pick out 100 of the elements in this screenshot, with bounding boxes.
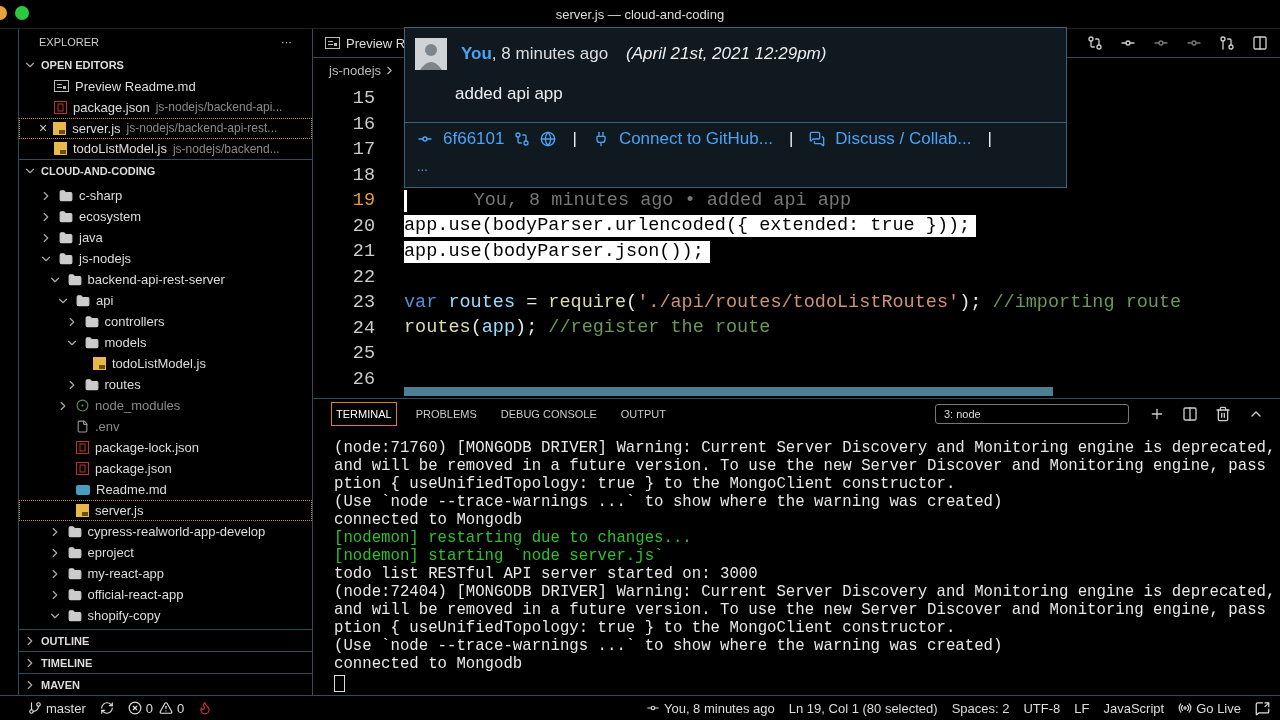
tree-item[interactable]: official-react-app (19, 584, 312, 606)
add-icon[interactable] (1149, 406, 1165, 422)
error-count[interactable]: 0 (145, 700, 153, 716)
terminal-line: (Use `node --trace-warnings ...` to show where the warning was created) (334, 493, 1004, 511)
tree-item[interactable]: my-react-app (19, 563, 312, 585)
cursor-position[interactable]: Ln 19, Col 1 (80 selected) (788, 700, 938, 716)
terminal-line: and will be removed in a future version. To use the new Server Discover and Monitoring engine, pass (334, 457, 1267, 475)
folder-icon (67, 566, 82, 581)
split-editor-icon[interactable] (1252, 35, 1268, 51)
panel-tab[interactable]: TERMINAL (331, 402, 397, 426)
close-button[interactable]: × (39, 120, 48, 137)
line-number: 20 (351, 215, 375, 237)
branch-status[interactable]: master (46, 700, 86, 716)
line-number: 23 (351, 292, 375, 314)
separator: | (788, 129, 794, 149)
folder-icon (67, 587, 82, 602)
warning-icon[interactable] (158, 701, 173, 715)
section-header[interactable]: TIMELINE (19, 651, 312, 674)
line-number: 19 (351, 190, 375, 212)
text-cursor (404, 189, 407, 212)
connect-link[interactable]: Connect to GitHub... (618, 129, 773, 149)
error-icon[interactable] (127, 701, 142, 715)
terminal-line: ption { useUnifiedTopology: true } to the MongoClient constructor. (334, 475, 957, 493)
editor-tab[interactable]: Preview R (325, 35, 406, 51)
tree-item[interactable]: node_modules (19, 395, 312, 417)
breadcrumb[interactable]: js-nodejs (329, 62, 382, 78)
indentation-status[interactable]: Spaces: 2 (951, 700, 1010, 716)
globe-icon[interactable] (540, 131, 557, 147)
tree-item[interactable]: cypress-realworld-app-develop (19, 521, 312, 543)
js-file-icon (54, 142, 67, 156)
open-editor-item[interactable]: todoListModel.js js-nodejs/backend... (19, 138, 312, 160)
panel-tab[interactable]: PROBLEMS (410, 402, 482, 426)
compare-icon[interactable] (514, 131, 531, 147)
encoding-status[interactable]: UTF-8 (1023, 700, 1061, 716)
folder-icon (67, 545, 82, 560)
scrollbar[interactable] (404, 387, 1053, 396)
terminal-line: [nodemon] restarting due to changes... (334, 529, 693, 547)
terminal-select[interactable]: 3: node (935, 404, 1129, 424)
line-number: 25 (351, 343, 375, 365)
tree-item[interactable]: models (19, 332, 312, 354)
tree-item[interactable]: c-sharp (19, 185, 312, 207)
folder-icon (67, 272, 82, 287)
tree-item[interactable]: api (19, 290, 312, 312)
maximize-button[interactable] (15, 6, 29, 20)
open-editor-item[interactable]: package.json js-nodejs/backend-api... (19, 96, 312, 118)
more-actions-button[interactable]: ··· (281, 35, 292, 48)
line-number: 24 (351, 317, 375, 339)
section-header[interactable]: OUTLINE (19, 629, 312, 652)
folder-icon (59, 188, 73, 203)
section-header[interactable]: OPEN EDITORS (19, 54, 312, 76)
tree-item[interactable]: java (19, 227, 312, 249)
tree-item[interactable]: todoListModel.js (19, 353, 312, 375)
branch-icon[interactable] (28, 701, 42, 715)
section-header[interactable]: MAVEN (19, 673, 312, 695)
tree-item[interactable]: .env (19, 416, 312, 438)
broadcast-icon[interactable] (1178, 701, 1193, 715)
panel-tab[interactable]: DEBUG CONSOLE (495, 402, 602, 426)
tree-item[interactable]: Readme.md (19, 479, 312, 501)
window-title: server.js — cloud-and-coding (555, 6, 725, 22)
tree-item[interactable]: eproject (19, 542, 312, 564)
warning-count[interactable]: 0 (176, 700, 185, 716)
tree-item[interactable]: js-nodejs (19, 248, 312, 270)
language-status[interactable]: JavaScript (1103, 700, 1165, 716)
terminal-line: [nodemon] starting `node server.js` (334, 547, 665, 565)
tree-item[interactable]: controllers (19, 311, 312, 333)
tree-item[interactable]: server.js (19, 500, 312, 522)
json-file-icon (54, 100, 67, 114)
git-icon[interactable] (1219, 35, 1235, 51)
tree-item[interactable]: package-lock.json (19, 437, 312, 459)
blame-status[interactable]: You, 8 minutes ago (663, 700, 775, 716)
more-link[interactable]: ... (417, 159, 428, 174)
sync-icon[interactable] (99, 701, 114, 715)
tree-item[interactable]: backend-api-rest-server (19, 269, 312, 291)
markdown-file-icon (76, 484, 90, 495)
open-editor-item[interactable]: Preview Readme.md (19, 75, 312, 97)
preview-icon (54, 80, 69, 93)
split-terminal-icon[interactable] (1182, 406, 1198, 422)
go-live-button[interactable]: Go Live (1196, 700, 1241, 716)
panel-tab[interactable]: OUTPUT (615, 402, 671, 426)
trash-icon[interactable] (1215, 406, 1231, 422)
commit-sha-link[interactable]: 6f66101 (443, 129, 505, 149)
tree-item[interactable]: shopify-copy (19, 605, 312, 627)
tree-item[interactable]: package.json (19, 458, 312, 480)
compare-icon[interactable] (1087, 35, 1103, 51)
flame-icon (198, 701, 213, 715)
tree-item[interactable]: routes (19, 374, 312, 396)
section-header[interactable]: CLOUD-AND-CODING (19, 159, 312, 182)
open-editor-item[interactable]: × server.js js-nodejs/backend-api-rest... (19, 117, 312, 139)
json-file-icon (76, 441, 89, 455)
js-file-icon (53, 121, 67, 135)
feedback-icon[interactable] (1255, 700, 1270, 716)
terminal-line: todo list RESTful API server started on: 3000 (334, 565, 759, 583)
discuss-link[interactable]: Discuss / Collab... (835, 129, 972, 149)
folder-icon (84, 335, 99, 350)
explorer-title: EXPLORER (39, 35, 99, 48)
eol-status[interactable]: LF (1074, 700, 1090, 716)
json-file-icon (76, 462, 89, 476)
folder-icon (67, 608, 82, 623)
tree-item[interactable]: ecosystem (19, 206, 312, 228)
line-number: 17 (351, 139, 375, 161)
